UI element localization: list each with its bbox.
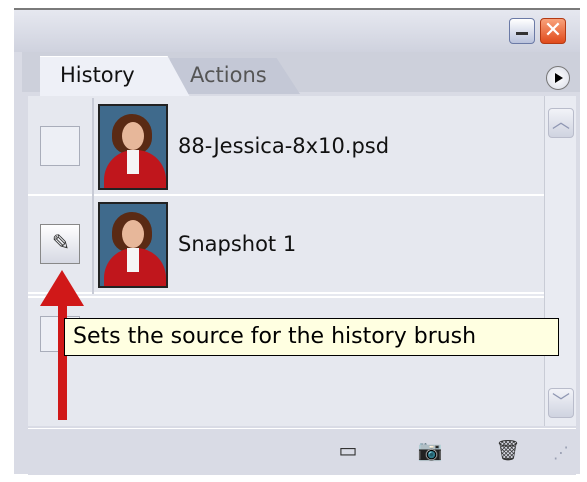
trash-icon[interactable]: 🗑 bbox=[494, 436, 522, 464]
camera-icon[interactable]: 📷 bbox=[416, 436, 444, 464]
resize-grip-icon[interactable]: ⋰ bbox=[548, 440, 574, 466]
row-divider bbox=[92, 196, 94, 294]
history-brush-source-checkbox[interactable] bbox=[40, 126, 80, 166]
scroll-up-button[interactable]: ︿ bbox=[548, 108, 574, 138]
row-divider bbox=[92, 98, 94, 196]
snapshot-thumbnail bbox=[98, 202, 168, 288]
snapshot-label[interactable]: Snapshot 1 bbox=[178, 232, 296, 256]
tab-actions-label[interactable]: Actions bbox=[190, 63, 267, 87]
document-icon[interactable]: ▭ bbox=[334, 436, 362, 464]
history-brush-icon[interactable]: ✎ bbox=[46, 230, 76, 258]
tab-history-label[interactable]: History bbox=[60, 63, 135, 87]
panel-titlebar bbox=[14, 10, 580, 52]
document-thumbnail bbox=[98, 104, 168, 190]
minimize-button[interactable] bbox=[509, 18, 535, 44]
vertical-scrollbar[interactable] bbox=[544, 96, 576, 426]
scroll-down-button[interactable]: ﹀ bbox=[548, 388, 574, 418]
annotation-arrow-head bbox=[40, 270, 84, 306]
history-item-label[interactable]: 88-Jessica-8x10.psd bbox=[178, 134, 389, 158]
tooltip: Sets the source for the history brush bbox=[64, 318, 559, 356]
panel-menu-button[interactable] bbox=[546, 66, 570, 90]
close-button[interactable]: ✕ bbox=[540, 18, 566, 44]
